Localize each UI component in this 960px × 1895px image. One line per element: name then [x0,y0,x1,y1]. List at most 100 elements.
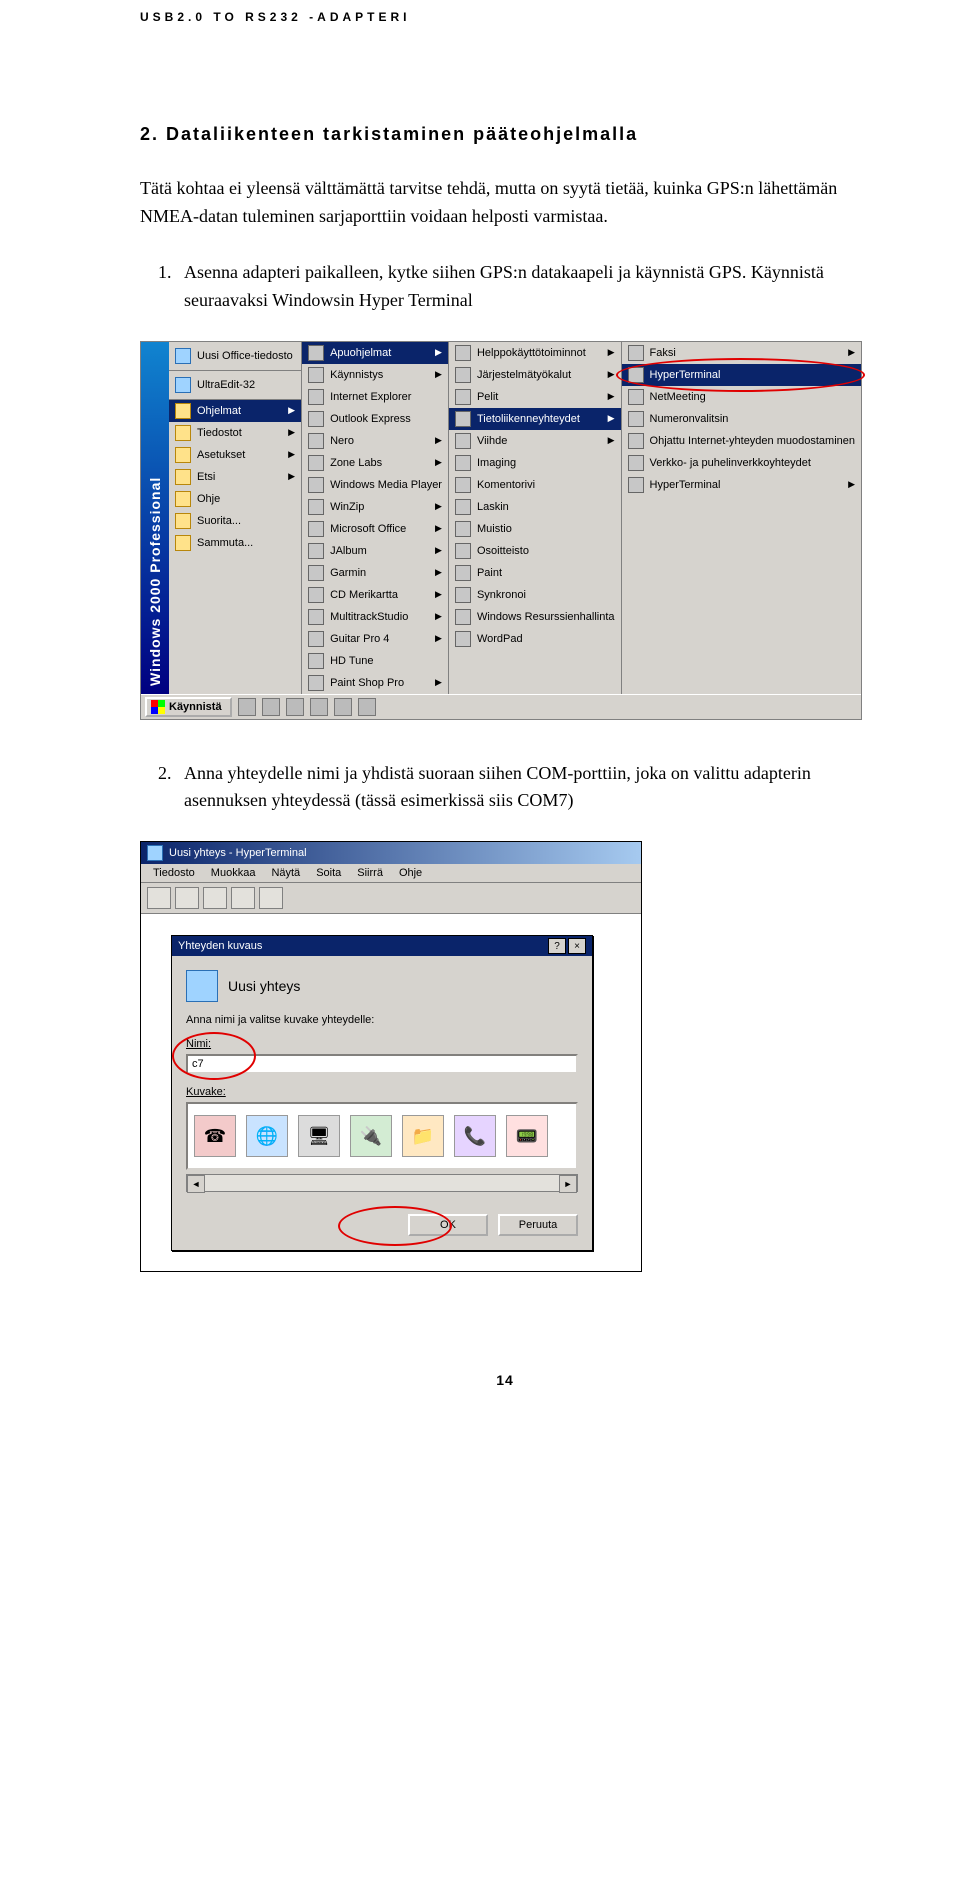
menu-item[interactable]: Osoitteisto [449,540,621,562]
menu-label: UltraEdit-32 [197,379,255,391]
menu-label: Microsoft Office [330,523,406,535]
menu-item[interactable]: Synkronoi [449,584,621,606]
toolbar-button[interactable] [203,887,227,909]
icon-option[interactable]: 🔌 [350,1115,392,1157]
folder-icon [628,433,644,449]
menu-transfer[interactable]: Siirrä [351,867,389,879]
menu-item[interactable]: Viihde▶ [449,430,621,452]
folder-icon [308,411,324,427]
cancel-button[interactable]: Peruuta [498,1214,578,1236]
menu-label: Internet Explorer [330,391,411,403]
taskbar-quicklaunch-icon[interactable] [310,698,328,716]
menu-item[interactable]: Windows Resurssienhallinta [449,606,621,628]
menu-item[interactable]: Microsoft Office▶ [302,518,448,540]
menu-item[interactable]: HyperTerminal▶ [622,474,861,496]
menu-item[interactable]: Tiedostot▶ [169,422,301,444]
menu-label: Apuohjelmat [330,347,391,359]
menu-item[interactable]: MultitrackStudio▶ [302,606,448,628]
icon-option[interactable]: ☎ [194,1115,236,1157]
toolbar-button[interactable] [259,887,283,909]
folder-icon [308,367,324,383]
menu-item[interactable]: Muistio [449,518,621,540]
toolbar-button[interactable] [147,887,171,909]
icon-picker[interactable]: ☎ 🌐 🖥 🔌 📁 📞 📟 [186,1102,578,1170]
folder-icon [628,345,644,361]
toolbar-button[interactable] [231,887,255,909]
menu-item[interactable]: Ohjelmat▶ [169,400,301,422]
icon-option[interactable]: 🖥 [298,1115,340,1157]
menu-item[interactable]: Guitar Pro 4▶ [302,628,448,650]
menu-help[interactable]: Ohje [393,867,428,879]
menu-call[interactable]: Soita [310,867,347,879]
menu-item[interactable]: Outlook Express [302,408,448,430]
window-title: Uusi yhteys - HyperTerminal [169,847,307,859]
menu-item[interactable]: Komentorivi [449,474,621,496]
menu-view[interactable]: Näytä [265,867,306,879]
icon-scrollbar[interactable]: ◄ ► [186,1174,578,1192]
menu-item[interactable]: Windows Media Player [302,474,448,496]
scroll-left-button[interactable]: ◄ [187,1175,205,1193]
menu-item[interactable]: Pelit▶ [449,386,621,408]
menu-label: Synkronoi [477,589,526,601]
taskbar: Käynnistä [141,694,861,719]
menu-item[interactable]: Paint [449,562,621,584]
menu-item[interactable]: CD Merikartta▶ [302,584,448,606]
menu-item[interactable]: Käynnistys▶ [302,364,448,386]
icon-option[interactable]: 📞 [454,1115,496,1157]
menu-item[interactable]: Paint Shop Pro▶ [302,672,448,694]
page-number: 14 [140,1372,870,1388]
taskbar-quicklaunch-icon[interactable] [238,698,256,716]
menu-edit[interactable]: Muokkaa [205,867,262,879]
ok-button[interactable]: OK [408,1214,488,1236]
menu-item[interactable]: Imaging [449,452,621,474]
menu-item[interactable]: HyperTerminal [622,364,861,386]
menu-item[interactable]: Helppokäyttötoiminnot▶ [449,342,621,364]
dialog-close-button[interactable]: × [568,938,586,954]
menu-item[interactable]: Järjestelmätyökalut▶ [449,364,621,386]
menu-item[interactable]: Ohje [169,488,301,510]
menu-label: Viihde [477,435,507,447]
icon-option[interactable]: 📟 [506,1115,548,1157]
menu-item[interactable]: Zone Labs▶ [302,452,448,474]
folder-icon [628,389,644,405]
menu-label: Laskin [477,501,509,513]
menu-item[interactable]: HD Tune [302,650,448,672]
menu-item[interactable]: WordPad [449,628,621,650]
menu-item[interactable]: Ohjattu Internet-yhteyden muodostaminen [622,430,861,452]
step-2: Anna yhteydelle nimi ja yhdistä suoraan … [176,760,870,816]
menu-item[interactable]: Faksi▶ [622,342,861,364]
menu-item[interactable]: Apuohjelmat▶ [302,342,448,364]
menu-item[interactable]: Numeronvalitsin [622,408,861,430]
taskbar-quicklaunch-icon[interactable] [262,698,280,716]
taskbar-quicklaunch-icon[interactable] [286,698,304,716]
menu-item[interactable]: NetMeeting [622,386,861,408]
taskbar-quicklaunch-icon[interactable] [358,698,376,716]
menu-item[interactable]: JAlbum▶ [302,540,448,562]
icon-option[interactable]: 🌐 [246,1115,288,1157]
start-top-item[interactable]: UltraEdit-32 [169,371,301,400]
folder-icon [175,491,191,507]
menu-item[interactable]: Etsi▶ [169,466,301,488]
start-button[interactable]: Käynnistä [145,697,232,717]
menu-item[interactable]: Sammuta... [169,532,301,554]
menu-item[interactable]: Verkko- ja puhelinverkkoyhteydet [622,452,861,474]
menu-item[interactable]: Internet Explorer [302,386,448,408]
submenu-arrow-icon: ▶ [435,567,442,578]
menu-item[interactable]: Nero▶ [302,430,448,452]
menu-file[interactable]: Tiedosto [147,867,201,879]
submenu-arrow-icon: ▶ [608,369,615,380]
menu-label: JAlbum [330,545,367,557]
icon-option[interactable]: 📁 [402,1115,444,1157]
dialog-help-button[interactable]: ? [548,938,566,954]
taskbar-quicklaunch-icon[interactable] [334,698,352,716]
toolbar-button[interactable] [175,887,199,909]
scroll-right-button[interactable]: ► [559,1175,577,1193]
connection-name-input[interactable] [186,1054,578,1074]
menu-item[interactable]: Laskin [449,496,621,518]
start-top-item[interactable]: Uusi Office-tiedosto [169,342,301,371]
menu-item[interactable]: Suorita... [169,510,301,532]
menu-item[interactable]: Asetukset▶ [169,444,301,466]
menu-item[interactable]: Tietoliikenneyhteydet▶ [449,408,621,430]
menu-item[interactable]: WinZip▶ [302,496,448,518]
menu-item[interactable]: Garmin▶ [302,562,448,584]
